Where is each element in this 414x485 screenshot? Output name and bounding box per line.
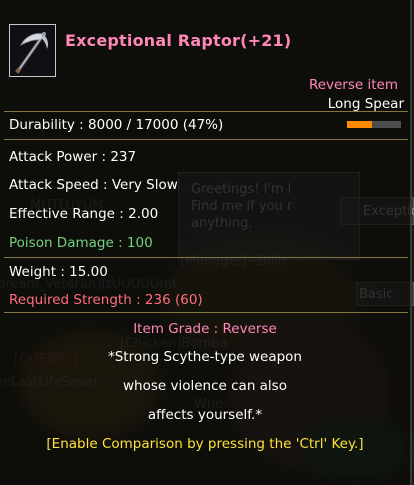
section-divider [4, 139, 408, 140]
scythe-icon [10, 25, 55, 76]
item-name: Exceptional Raptor(+21) [65, 31, 292, 50]
section-divider [4, 257, 408, 258]
item-tooltip: Exceptional Raptor(+21) Reverse item Lon… [0, 0, 412, 485]
weight: Weight : 15.00 [9, 264, 108, 280]
attack-speed: Attack Speed : Very Slow [9, 177, 178, 193]
description-line: affects yourself.* [147, 407, 263, 423]
attack-power: Attack Power : 237 [9, 149, 137, 165]
effective-range: Effective Range : 2.00 [9, 206, 159, 222]
durability-bar-fill [347, 121, 373, 128]
durability-bar [347, 121, 401, 128]
description-line: whose violence can also [123, 378, 287, 394]
durability-text: Durability : 8000 / 17000 (47%) [9, 117, 224, 133]
item-type: Long Spear [327, 96, 404, 112]
required-strength: Required Strength : 236 (60) [9, 292, 203, 308]
poison-damage: Poison Damage : 100 [9, 235, 153, 251]
section-divider [4, 111, 408, 112]
item-icon-frame [9, 24, 56, 77]
compare-hint: [Enable Comparison by pressing the 'Ctrl… [46, 436, 364, 452]
item-grade: Item Grade : Reverse [133, 321, 277, 337]
section-divider [4, 312, 408, 313]
item-grade-tag: Reverse item [308, 77, 398, 93]
description-line: *Strong Scythe-type weapon [107, 349, 302, 365]
